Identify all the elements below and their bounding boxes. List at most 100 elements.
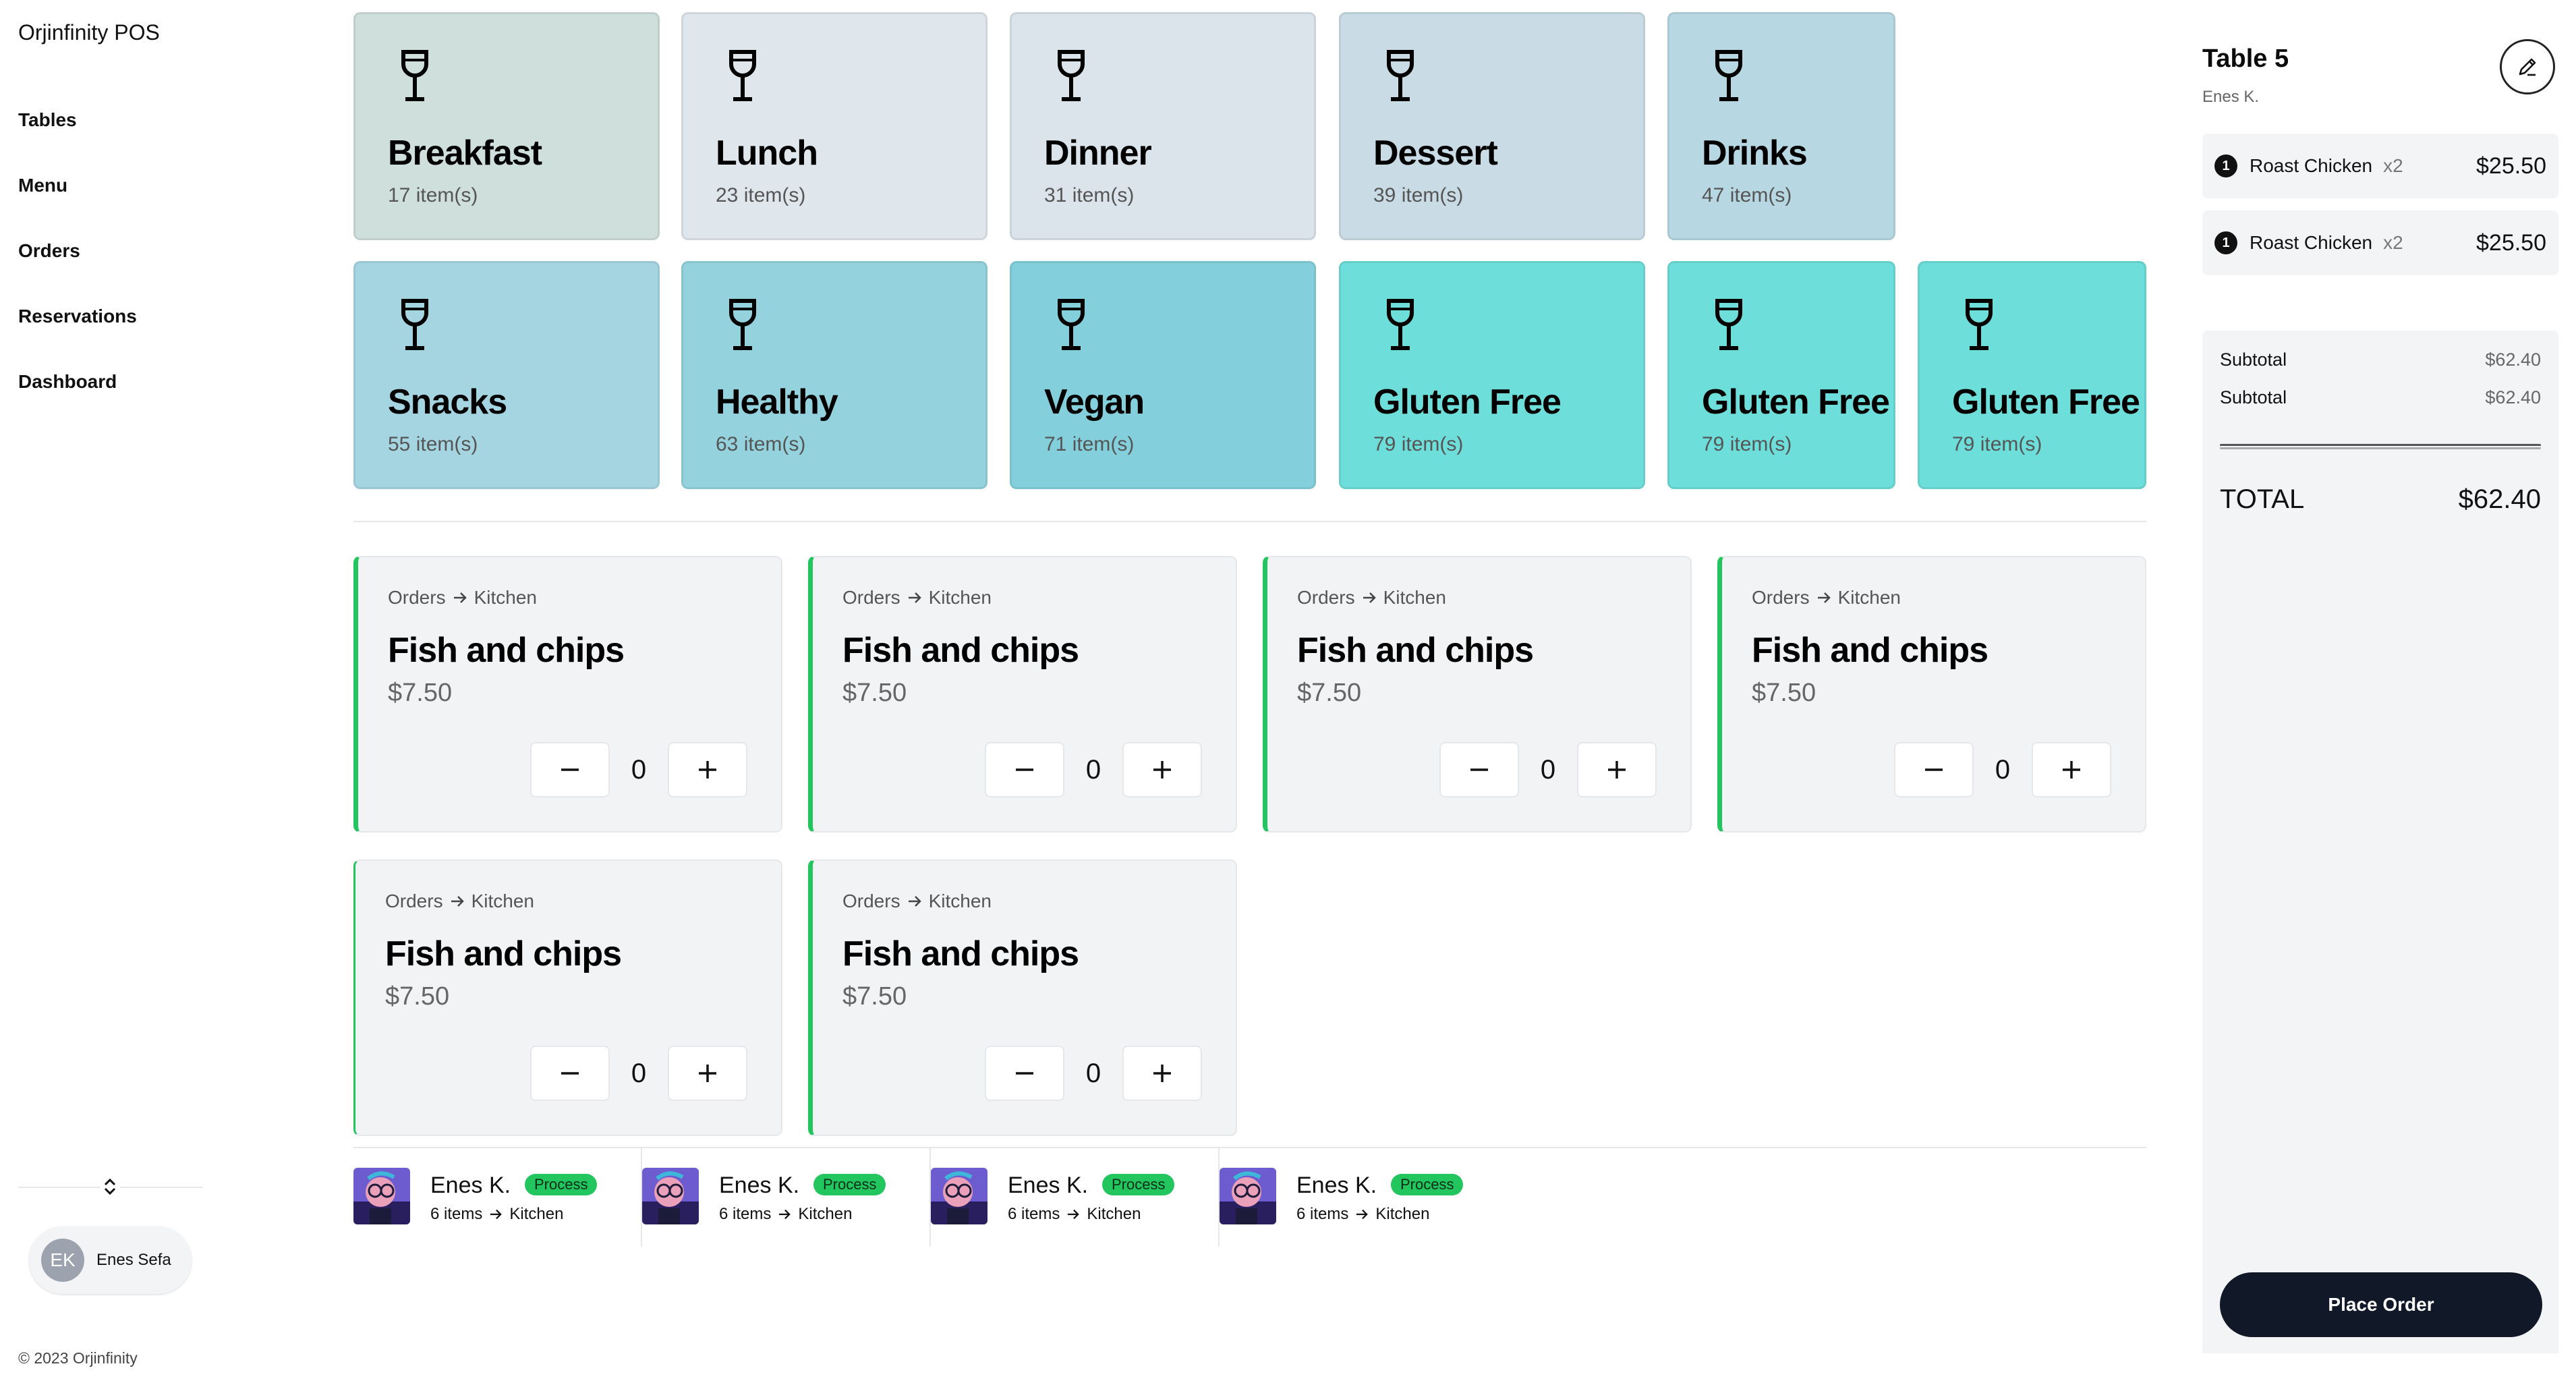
increment-button[interactable] <box>2032 742 2111 797</box>
quantity-value: 0 <box>1085 754 1101 785</box>
category-tile-drinks[interactable]: Drinks 47 item(s) <box>1667 12 1895 240</box>
avatar <box>1220 1168 1276 1224</box>
wine-glass-icon <box>401 50 428 101</box>
category-tile-healthy[interactable]: Healthy 63 item(s) <box>681 261 988 489</box>
category-tile-lunch[interactable]: Lunch 23 item(s) <box>681 12 988 240</box>
table-waiter: Enes K. <box>2202 88 2260 106</box>
minus-icon <box>1925 768 1943 771</box>
category-name: Drinks <box>1702 134 1808 173</box>
product-price: $7.50 <box>842 982 907 1011</box>
product-card[interactable]: Orders Kitchen Fish and chips $7.50 0 <box>1717 556 2146 832</box>
arrow-right-icon <box>779 1209 791 1220</box>
category-tile-gluten-free[interactable]: Gluten Free 79 item(s) <box>1339 261 1645 489</box>
increment-button[interactable] <box>1122 742 1202 797</box>
category-tile-gluten-free[interactable]: Gluten Free 79 item(s) <box>1667 261 1895 489</box>
breadcrumb-from: Orders <box>842 587 900 608</box>
sidebar-item-reservations[interactable]: Reservations <box>18 306 137 371</box>
order-meta: 6 items Kitchen <box>430 1205 563 1224</box>
increment-button[interactable] <box>1577 742 1657 797</box>
decrement-button[interactable] <box>1439 742 1519 797</box>
category-tile-breakfast[interactable]: Breakfast 17 item(s) <box>353 12 660 240</box>
product-card[interactable]: Orders Kitchen Fish and chips $7.50 0 <box>353 556 782 832</box>
order-line-item[interactable]: 1 Roast Chicken x2 $25.50 <box>2202 210 2558 275</box>
increment-button[interactable] <box>668 742 747 797</box>
line-item-name: Roast Chicken <box>2250 155 2373 176</box>
wine-glass-icon <box>729 299 756 350</box>
avatar <box>353 1168 410 1224</box>
section-divider <box>353 521 2146 522</box>
increment-button[interactable] <box>668 1046 747 1101</box>
sidebar-item-tables[interactable]: Tables <box>18 109 137 175</box>
order-destination: Kitchen <box>798 1205 853 1223</box>
plus-icon <box>1608 761 1626 779</box>
decrement-button[interactable] <box>985 1046 1064 1101</box>
wine-glass-icon <box>1966 299 1993 350</box>
order-customer: Enes K. <box>1296 1172 1377 1198</box>
arrow-right-icon <box>490 1209 503 1220</box>
decrement-button[interactable] <box>530 1046 610 1101</box>
order-summary: Subtotal $62.40 Subtotal $62.40 TOTAL $6… <box>2202 331 2558 1353</box>
breadcrumb-from: Orders <box>1752 587 1810 608</box>
order-destination: Kitchen <box>1087 1205 1141 1223</box>
minus-icon <box>1470 768 1488 771</box>
arrow-right-icon <box>908 896 921 907</box>
breadcrumb-to: Kitchen <box>928 587 992 608</box>
sidebar-item-menu[interactable]: Menu <box>18 175 137 240</box>
breadcrumb: Orders Kitchen <box>388 587 537 609</box>
breadcrumb-to: Kitchen <box>1837 587 1901 608</box>
line-item-qty: x2 <box>2383 155 2403 176</box>
chevron-up-down-icon <box>104 1178 116 1195</box>
subtotal-row: Subtotal $62.40 <box>2220 349 2541 370</box>
order-meta: 6 items Kitchen <box>1296 1205 1429 1224</box>
category-tile-dinner[interactable]: Dinner 31 item(s) <box>1010 12 1316 240</box>
breadcrumb: Orders Kitchen <box>842 587 992 609</box>
quantity-stepper: 0 <box>530 742 747 797</box>
user-profile-button[interactable]: EK Enes Sefa <box>29 1226 192 1294</box>
status-badge: Process <box>1102 1174 1175 1195</box>
wine-glass-icon <box>1387 50 1414 101</box>
breadcrumb-from: Orders <box>388 587 446 608</box>
decrement-button[interactable] <box>1894 742 1974 797</box>
product-card[interactable]: Orders Kitchen Fish and chips $7.50 0 <box>808 859 1237 1136</box>
category-name: Gluten Free <box>1702 383 1890 422</box>
product-name: Fish and chips <box>1752 631 1988 670</box>
product-card[interactable]: Orders Kitchen Fish and chips $7.50 0 <box>1263 556 1692 832</box>
decrement-button[interactable] <box>985 742 1064 797</box>
status-badge: Process <box>525 1174 598 1195</box>
plus-icon <box>1153 761 1171 779</box>
order-chip[interactable]: Enes K. Process 6 items Kitchen <box>1220 1147 1508 1247</box>
product-name: Fish and chips <box>842 934 1079 973</box>
category-tile-gluten-free[interactable]: Gluten Free 79 item(s) <box>1918 261 2146 489</box>
decrement-button[interactable] <box>530 742 610 797</box>
category-tile-dessert[interactable]: Dessert 39 item(s) <box>1339 12 1645 240</box>
increment-button[interactable] <box>1122 1046 1202 1101</box>
breadcrumb-to: Kitchen <box>474 587 537 608</box>
category-tile-snacks[interactable]: Snacks 55 item(s) <box>353 261 660 489</box>
order-chip[interactable]: Enes K. Process 6 items Kitchen <box>642 1147 931 1247</box>
sidebar-item-orders[interactable]: Orders <box>18 240 137 306</box>
category-tile-vegan[interactable]: Vegan 71 item(s) <box>1010 261 1316 489</box>
sidebar-collapse-toggle[interactable] <box>100 1175 120 1198</box>
product-price: $7.50 <box>1297 679 1362 707</box>
edit-table-button[interactable] <box>2500 39 2555 94</box>
product-card[interactable]: Orders Kitchen Fish and chips $7.50 0 <box>353 859 782 1136</box>
product-price: $7.50 <box>388 679 453 707</box>
avatar <box>642 1168 699 1224</box>
pencil-icon <box>2519 58 2536 76</box>
order-chip[interactable]: Enes K. Process 6 items Kitchen <box>353 1147 642 1247</box>
sidebar-item-dashboard[interactable]: Dashboard <box>18 371 137 436</box>
place-order-button[interactable]: Place Order <box>2220 1272 2542 1337</box>
category-count: 79 item(s) <box>1702 433 1792 455</box>
breadcrumb-to: Kitchen <box>471 891 534 911</box>
breadcrumb: Orders Kitchen <box>1752 587 1901 609</box>
category-count: 55 item(s) <box>388 433 478 455</box>
product-card[interactable]: Orders Kitchen Fish and chips $7.50 0 <box>808 556 1237 832</box>
category-count: 47 item(s) <box>1702 184 1792 206</box>
arrow-right-icon <box>908 592 921 603</box>
order-chip[interactable]: Enes K. Process 6 items Kitchen <box>931 1147 1220 1247</box>
order-line-item[interactable]: 1 Roast Chicken x2 $25.50 <box>2202 134 2558 198</box>
line-item-number: 1 <box>2214 231 2237 254</box>
product-price: $7.50 <box>1752 679 1816 707</box>
quantity-stepper: 0 <box>530 1046 747 1101</box>
order-panel: Table 5 Enes K. 1 Roast Chicken x2 $25.5… <box>2179 0 2576 1385</box>
